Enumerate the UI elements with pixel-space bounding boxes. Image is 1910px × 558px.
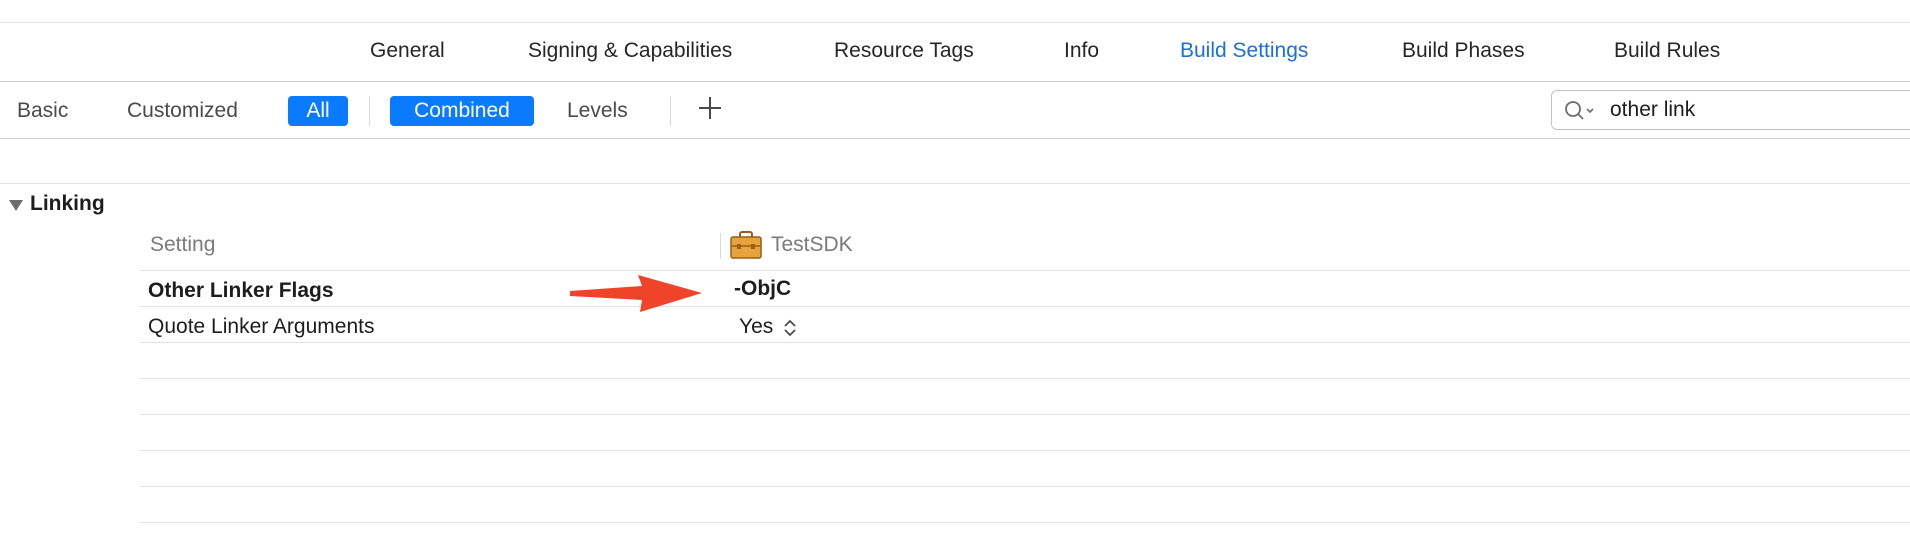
plus-icon [699, 97, 721, 119]
filter-bar: Basic Customized All Combined Levels [0, 82, 1910, 139]
tab-build-settings[interactable]: Build Settings [1180, 23, 1308, 81]
tab-build-rules[interactable]: Build Rules [1614, 23, 1720, 81]
row-divider [140, 306, 1910, 307]
row-divider [140, 414, 1910, 415]
tab-signing-capabilities[interactable]: Signing & Capabilities [528, 23, 732, 81]
setting-name-quote-linker-arguments[interactable]: Quote Linker Arguments [148, 315, 374, 339]
view-levels[interactable]: Levels [567, 96, 628, 126]
column-header-target: TestSDK [771, 233, 853, 256]
view-combined[interactable]: Combined [390, 96, 534, 126]
row-divider [140, 378, 1910, 379]
tab-resource-tags[interactable]: Resource Tags [834, 23, 974, 81]
search-icon [1565, 101, 1594, 120]
search-field[interactable] [1551, 90, 1910, 130]
tab-build-phases[interactable]: Build Phases [1402, 23, 1525, 81]
content-divider [0, 183, 1910, 184]
search-input[interactable] [1610, 91, 1910, 129]
setting-value-other-linker-flags[interactable]: -ObjC [734, 277, 791, 301]
popup-stepper-icon[interactable] [783, 318, 797, 338]
row-divider [140, 450, 1910, 451]
row-divider [140, 522, 1910, 523]
filter-customized[interactable]: Customized [127, 96, 238, 126]
setting-name-other-linker-flags[interactable]: Other Linker Flags [148, 279, 334, 303]
row-divider [140, 486, 1910, 487]
view-divider [670, 96, 671, 126]
tab-general[interactable]: General [370, 23, 445, 81]
column-header-setting: Setting [150, 233, 216, 256]
row-divider [140, 270, 1910, 271]
toolbox-icon [730, 231, 762, 259]
row-divider [140, 342, 1910, 343]
filter-all[interactable]: All [288, 96, 348, 126]
add-setting-button[interactable] [696, 94, 724, 122]
setting-value-quote-linker-arguments[interactable]: Yes [739, 315, 773, 339]
column-divider [720, 233, 721, 259]
filter-basic[interactable]: Basic [17, 96, 68, 126]
editor-tab-bar: General Signing & Capabilities Resource … [0, 23, 1910, 82]
disclosure-triangle-icon[interactable] [8, 197, 24, 213]
section-title: Linking [30, 192, 105, 215]
annotation-arrow-icon [570, 275, 702, 312]
filter-divider [369, 96, 370, 126]
tab-info[interactable]: Info [1064, 23, 1099, 81]
